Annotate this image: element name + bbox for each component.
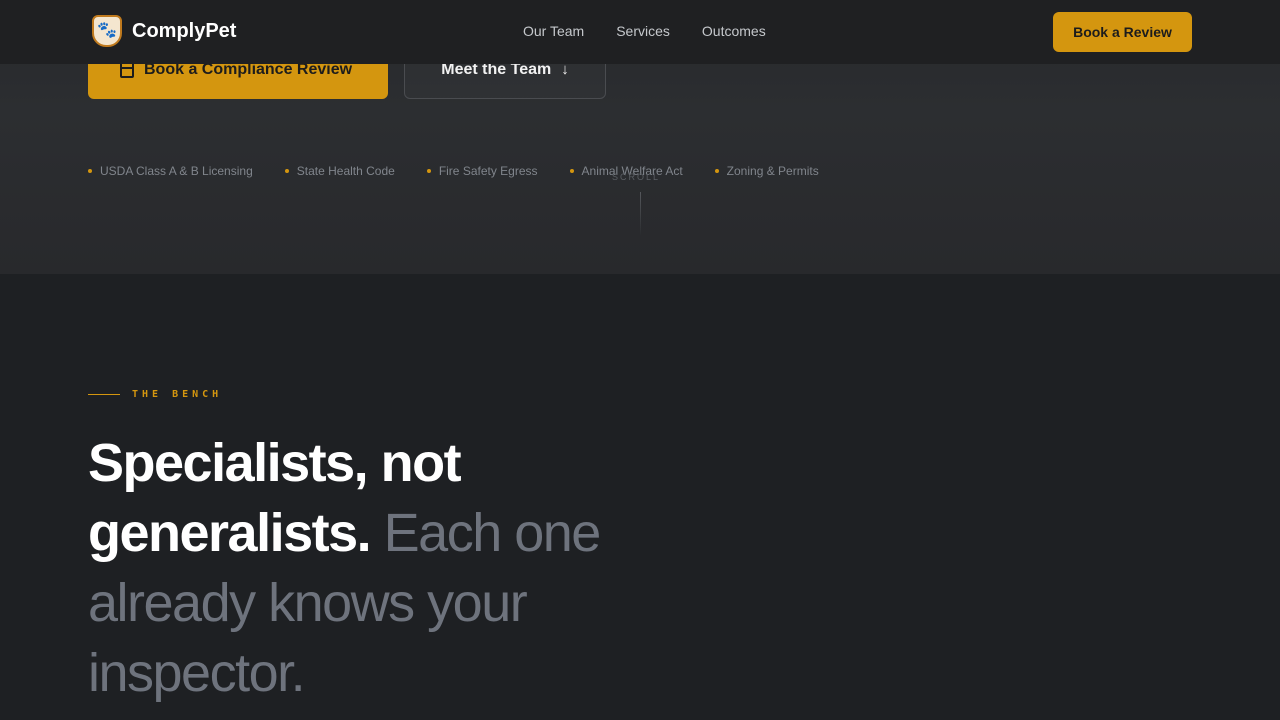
tag-label: Fire Safety Egress xyxy=(438,164,538,178)
tag-item: USDA Class A & B Licensing xyxy=(88,164,253,178)
brand-name: ComplyPet xyxy=(132,19,237,42)
page: Book a Compliance Review Meet the Team ↓… xyxy=(0,0,1280,720)
nav-link-outcomes[interactable]: Outcomes xyxy=(702,23,766,39)
bullet-icon xyxy=(88,169,92,173)
nav-link-our-team[interactable]: Our Team xyxy=(523,23,584,39)
bullet-icon xyxy=(284,169,289,173)
section-eyebrow: THE BENCH xyxy=(88,389,222,400)
tag-item: State Health Code xyxy=(284,164,395,178)
tag-label: USDA Class A & B Licensing xyxy=(100,164,253,178)
tag-label: State Health Code xyxy=(296,164,395,178)
bullet-icon xyxy=(714,169,719,173)
bullet-icon xyxy=(569,169,574,173)
top-nav: 🐾 ComplyPet Our Team Services Outcomes B… xyxy=(0,0,1280,64)
eyebrow-rule xyxy=(88,394,120,395)
nav-links: Our Team Services Outcomes xyxy=(523,23,766,39)
brand-logo[interactable]: 🐾 ComplyPet xyxy=(92,15,236,47)
tag-item: Zoning & Permits xyxy=(714,164,819,178)
bullet-icon xyxy=(426,169,431,173)
tag-label: Zoning & Permits xyxy=(726,164,819,178)
paw-shield-icon: 🐾 xyxy=(92,15,122,47)
compliance-tags: USDA Class A & B Licensing State Health … xyxy=(88,164,819,178)
nav-link-services[interactable]: Services xyxy=(616,23,670,39)
eyebrow-label: THE BENCH xyxy=(132,389,223,400)
scroll-hint: SCROLL xyxy=(612,172,661,182)
bench-section: THE BENCH Specialists, not generalists. … xyxy=(0,274,1280,720)
tag-item: Fire Safety Egress xyxy=(426,164,538,178)
book-review-button[interactable]: Book a Review xyxy=(1053,12,1192,52)
scroll-indicator-line xyxy=(640,192,641,236)
section-headline: Specialists, not generalists. Each one a… xyxy=(88,428,648,708)
